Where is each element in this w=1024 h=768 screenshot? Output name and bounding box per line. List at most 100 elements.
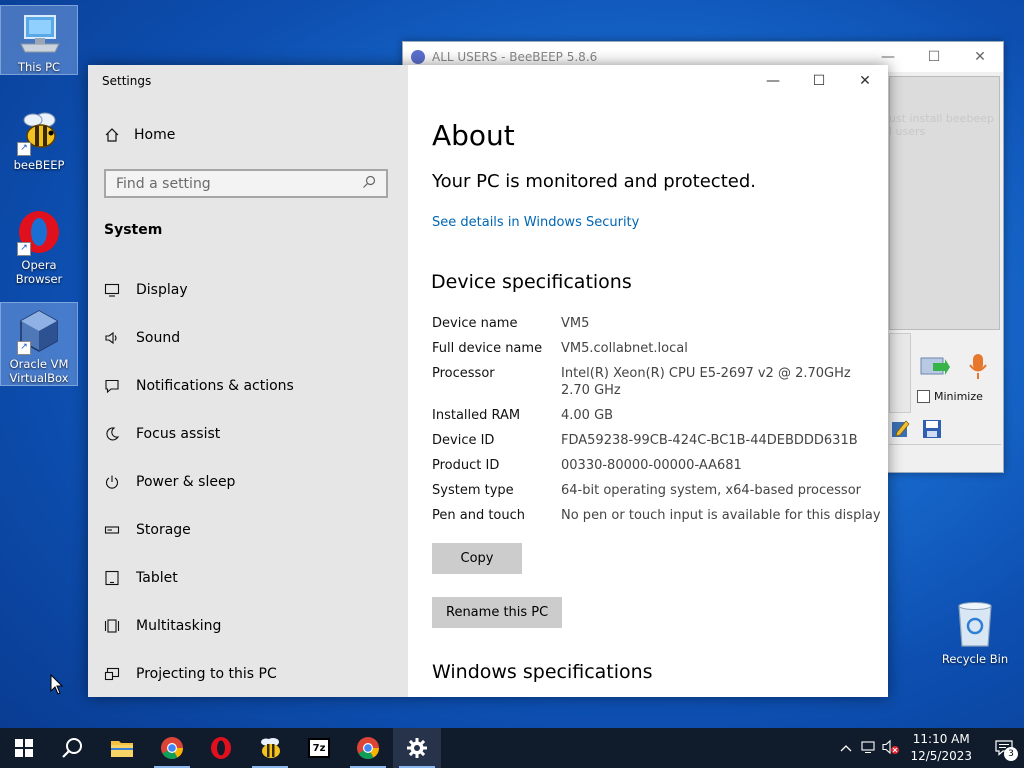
sidebar-item-multitasking[interactable]: Multitasking: [88, 602, 408, 650]
desktop-icon-label: Oracle VM VirtualBox: [9, 357, 69, 385]
windows-logo-icon: [15, 739, 33, 757]
copy-button[interactable]: Copy: [432, 543, 522, 574]
edit-icon[interactable]: [889, 418, 911, 440]
maximize-button[interactable]: ☐: [796, 65, 842, 97]
desktop-icon-this-pc[interactable]: This PC: [0, 5, 78, 75]
spec-value: 4.00 GB: [561, 408, 614, 423]
opera-icon: ↗: [15, 208, 63, 256]
spec-value: VM5: [561, 316, 590, 331]
microphone-icon[interactable]: [965, 352, 991, 382]
sidebar-item-label: Storage: [136, 522, 191, 538]
spec-value: VM5.collabnet.local: [561, 341, 688, 356]
minimize-button[interactable]: —: [750, 65, 796, 97]
spec-key: Device ID: [432, 433, 495, 448]
send-icon[interactable]: [919, 354, 951, 380]
desktop-icon-recycle-bin[interactable]: Recycle Bin: [934, 600, 1016, 666]
desktop-icon-beebeep[interactable]: ↗ beeBEEP: [1, 104, 77, 174]
spec-value: 64-bit operating system, x64-based proce…: [561, 483, 861, 498]
sidebar-item-tablet[interactable]: Tablet: [88, 554, 408, 602]
spec-value: Intel(R) Xeon(R) CPU E5-2697 v2 @ 2.70GH…: [561, 366, 851, 398]
start-button[interactable]: [0, 728, 48, 768]
tablet-icon: [104, 570, 120, 586]
taskbar-settings[interactable]: [393, 728, 441, 768]
storage-icon: [104, 522, 120, 538]
virtualbox-icon: ↗: [15, 307, 63, 355]
spec-row: Pen and touch No pen or touch input is av…: [432, 507, 882, 524]
search-input[interactable]: [116, 175, 362, 192]
folder-icon: [111, 741, 133, 757]
spec-key: System type: [432, 483, 514, 498]
spec-key: Full device name: [432, 341, 543, 356]
sidebar-item-storage[interactable]: Storage: [88, 506, 408, 554]
moon-icon: [104, 426, 120, 442]
beebeep-separator: [889, 444, 1001, 445]
spec-row: System type 64-bit operating system, x64-…: [432, 482, 882, 499]
search-box[interactable]: [104, 169, 388, 198]
nav-home[interactable]: Home: [104, 127, 175, 143]
rename-pc-button[interactable]: Rename this PC: [432, 597, 563, 628]
search-icon: [62, 738, 82, 758]
gear-icon: [407, 738, 427, 758]
sidebar-item-label: Power & sleep: [136, 474, 236, 490]
monitor-icon: [104, 282, 120, 298]
sidebar-item-label: Focus assist: [136, 426, 221, 442]
settings-window[interactable]: Settings Home System Display Sound: [88, 65, 888, 697]
sidebar-item-notifications[interactable]: Notifications & actions: [88, 362, 408, 410]
sidebar-item-display[interactable]: Display: [88, 266, 408, 314]
volume-muted-icon[interactable]: [880, 739, 902, 758]
taskbar-opera[interactable]: [197, 728, 245, 768]
spec-value: No pen or touch input is available for t…: [561, 508, 881, 523]
save-icon[interactable]: [921, 418, 943, 440]
nav-section-title: System: [104, 222, 163, 238]
notification-center-button[interactable]: 3: [984, 728, 1024, 768]
protection-status: Your PC is monitored and protected.: [432, 171, 756, 192]
chevron-up-icon[interactable]: [834, 741, 858, 755]
windows-security-link[interactable]: See details in Windows Security: [432, 215, 639, 230]
taskbar-search-button[interactable]: [48, 728, 96, 768]
sidebar-item-focus-assist[interactable]: Focus assist: [88, 410, 408, 458]
search-icon[interactable]: [362, 175, 376, 193]
chrome-icon: [357, 737, 379, 759]
close-button[interactable]: ✕: [842, 65, 888, 97]
nav-list: Display Sound Notifications & actions Fo…: [88, 266, 408, 698]
desktop-icon-label: beeBEEP: [13, 158, 65, 172]
notification-icon: [104, 378, 120, 394]
spec-key: Installed RAM: [432, 408, 521, 423]
beebeep-input-area[interactable]: [889, 333, 911, 413]
spec-key: Pen and touch: [432, 508, 526, 523]
sidebar-item-sound[interactable]: Sound: [88, 314, 408, 362]
desktop-icon-virtualbox[interactable]: ↗ Oracle VM VirtualBox: [0, 302, 78, 386]
desktop-icon-label: This PC: [17, 60, 61, 74]
speaker-icon: [104, 330, 120, 346]
device-specs-table: Device name VM5 Full device name VM5.colla…: [432, 315, 882, 532]
windows-specs-heading: Windows specifications: [432, 661, 653, 683]
taskbar-7zip[interactable]: 7z: [295, 728, 343, 768]
beebeep-close-button[interactable]: ✕: [957, 42, 1003, 72]
minimize-checkbox[interactable]: Minimize: [917, 390, 983, 403]
sidebar-item-label: Projecting to this PC: [136, 666, 277, 682]
spec-value: 00330-80000-00000-AA681: [561, 458, 742, 473]
taskbar-chrome[interactable]: [148, 728, 196, 768]
nav-home-label: Home: [134, 127, 176, 143]
minimize-label: Minimize: [934, 390, 983, 403]
bee-icon: [261, 738, 280, 758]
taskbar-chrome-2[interactable]: [344, 728, 392, 768]
sidebar-item-label: Sound: [136, 330, 181, 346]
checkbox-box[interactable]: [917, 390, 930, 403]
recycle-bin-label: Recycle Bin: [941, 652, 1009, 666]
sidebar-item-power-sleep[interactable]: Power & sleep: [88, 458, 408, 506]
chrome-icon: [161, 737, 183, 759]
spec-row: Device ID FDA59238-99CB-424C-BC1B-44DEBDD…: [432, 432, 882, 449]
taskbar-beebeep[interactable]: [246, 728, 294, 768]
taskbar-file-explorer[interactable]: [98, 728, 146, 768]
desktop-icon-opera[interactable]: ↗ Opera Browser: [1, 204, 77, 288]
computer-icon: [15, 10, 63, 58]
beebeep-maximize-button[interactable]: ☐: [911, 42, 957, 72]
clock[interactable]: 11:10 AM 12/5/2023: [910, 731, 972, 765]
multitasking-icon: [104, 618, 120, 634]
beebeep-logo-icon: [411, 50, 425, 64]
sidebar-item-projecting[interactable]: Projecting to this PC: [88, 650, 408, 698]
sevenzip-icon: 7z: [308, 738, 330, 758]
network-icon[interactable]: [858, 740, 880, 757]
spec-key: Product ID: [432, 458, 500, 473]
